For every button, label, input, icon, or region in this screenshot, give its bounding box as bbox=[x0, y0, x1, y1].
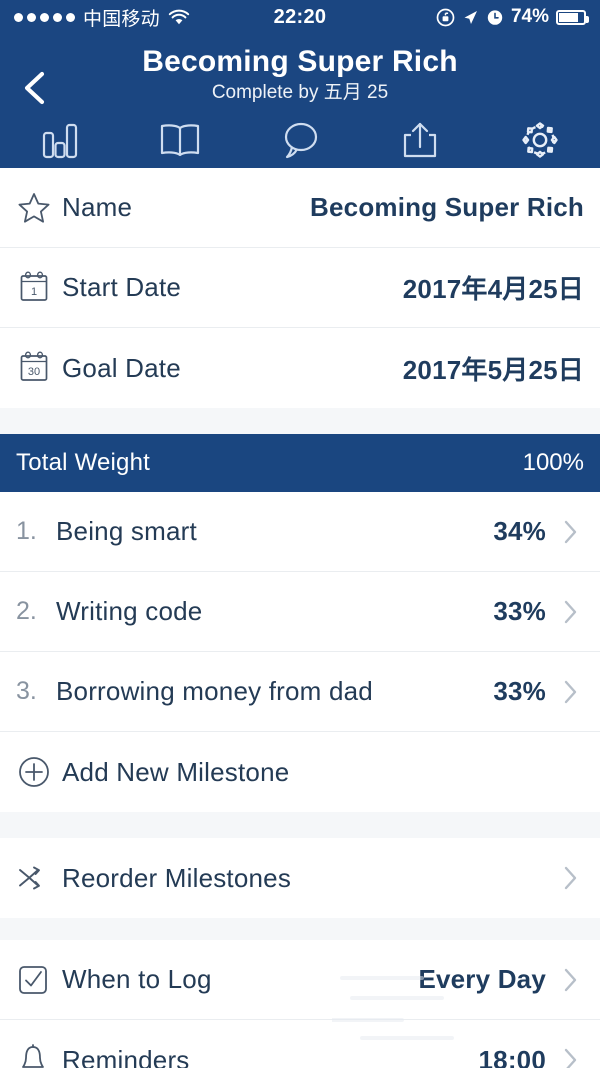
milestone-index: 1. bbox=[16, 517, 37, 545]
row-value: 2017年4月25日 bbox=[402, 274, 584, 304]
reorder-milestones-row[interactable]: Reorder Milestones bbox=[0, 838, 600, 918]
total-weight-header: Total Weight 100% bbox=[0, 434, 600, 492]
milestone-row[interactable]: 1. Being smart 34% bbox=[0, 492, 600, 572]
when-to-log-label: When to Log bbox=[62, 964, 212, 994]
when-to-log-row[interactable]: When to Log Every Day bbox=[0, 940, 600, 1020]
status-bar-right: 74% bbox=[436, 6, 589, 28]
title-block: Becoming Super Rich Complete by 五月 25 bbox=[0, 40, 600, 106]
row-name[interactable]: Name Becoming Super Rich bbox=[0, 168, 600, 248]
bell-icon bbox=[16, 1042, 62, 1068]
calendar-1-icon: 1 bbox=[16, 269, 62, 307]
book-icon bbox=[157, 120, 203, 160]
app-screen: 中国移动 22:20 74% Becoming Super Rich Compl… bbox=[0, 0, 600, 1068]
milestone-label: Writing code bbox=[56, 596, 203, 626]
chevron-right-icon bbox=[558, 1045, 584, 1068]
alarm-clock-icon bbox=[486, 8, 504, 26]
shuffle-icon bbox=[16, 863, 62, 893]
milestone-weight: 33% bbox=[493, 676, 546, 706]
milestone-weight: 34% bbox=[493, 516, 546, 546]
milestone-index: 3. bbox=[16, 677, 37, 705]
milestone-row[interactable]: 2. Writing code 33% bbox=[0, 572, 600, 652]
row-label: Name bbox=[62, 192, 133, 222]
rotation-lock-icon bbox=[436, 8, 455, 27]
milestone-label: Being smart bbox=[56, 516, 197, 546]
calendar-30-icon: 30 bbox=[16, 349, 62, 387]
chevron-right-icon bbox=[558, 517, 584, 547]
section-gap bbox=[0, 918, 600, 940]
battery-icon bbox=[556, 9, 589, 25]
bar-chart-icon bbox=[40, 119, 80, 161]
reorder-group: Reorder Milestones bbox=[0, 838, 600, 918]
status-bar: 中国移动 22:20 74% bbox=[0, 0, 600, 34]
add-new-milestone-label: Add New Milestone bbox=[62, 756, 290, 787]
gear-icon bbox=[519, 119, 561, 161]
svg-text:1: 1 bbox=[31, 286, 37, 298]
detail-group: Name Becoming Super Rich 1 Start Date 20… bbox=[0, 168, 600, 408]
navbar-toolbar bbox=[0, 118, 600, 162]
row-start-date[interactable]: 1 Start Date 2017年4月25日 bbox=[0, 248, 600, 328]
row-label: Start Date bbox=[62, 272, 182, 302]
svg-text:30: 30 bbox=[28, 366, 40, 378]
notes-tab[interactable] bbox=[240, 118, 360, 162]
chevron-right-icon bbox=[558, 863, 584, 893]
checkbox-checked-icon bbox=[16, 963, 62, 997]
section-gap bbox=[0, 812, 600, 838]
reminders-value: 18:00 bbox=[478, 1044, 546, 1068]
row-label: Goal Date bbox=[62, 352, 181, 383]
chevron-right-icon bbox=[558, 677, 584, 707]
journal-tab[interactable] bbox=[120, 118, 240, 162]
battery-percent-label: 74% bbox=[510, 6, 549, 27]
total-weight-label: Total Weight bbox=[16, 449, 151, 476]
milestone-weight: 33% bbox=[493, 596, 546, 626]
row-goal-date[interactable]: 30 Goal Date 2017年5月25日 bbox=[0, 328, 600, 408]
reminders-label: Reminders bbox=[62, 1044, 190, 1068]
milestone-row[interactable]: 3. Borrowing money from dad 33% bbox=[0, 652, 600, 732]
page-title: Becoming Super Rich bbox=[142, 45, 458, 78]
reorder-milestones-label: Reorder Milestones bbox=[62, 862, 292, 893]
location-arrow-icon bbox=[462, 9, 479, 26]
chevron-right-icon bbox=[558, 597, 584, 627]
star-icon bbox=[16, 190, 62, 226]
chart-tab[interactable] bbox=[0, 118, 120, 162]
row-value: 2017年5月25日 bbox=[402, 354, 584, 385]
when-to-log-value: Every Day bbox=[418, 964, 546, 994]
logging-group: When to Log Every Day Reminders 18:00 bbox=[0, 940, 600, 1068]
milestone-group: 1. Being smart 34% 2. Writing code 33% 3… bbox=[0, 492, 600, 812]
reminders-row[interactable]: Reminders 18:00 bbox=[0, 1020, 600, 1068]
row-value: Becoming Super Rich bbox=[310, 192, 584, 222]
settings-tab[interactable] bbox=[480, 118, 600, 162]
page-subtitle: Complete by 五月 25 bbox=[211, 82, 389, 103]
milestone-label: Borrowing money from dad bbox=[56, 676, 373, 706]
total-weight-value: 100% bbox=[522, 449, 584, 476]
navigation-bar: Becoming Super Rich Complete by 五月 25 bbox=[0, 34, 600, 168]
add-new-milestone-row[interactable]: Add New Milestone bbox=[0, 732, 600, 812]
speech-bubble-icon bbox=[278, 119, 322, 161]
milestone-index: 2. bbox=[16, 597, 37, 625]
share-icon bbox=[400, 119, 440, 161]
section-gap bbox=[0, 408, 600, 434]
chevron-right-icon bbox=[558, 965, 584, 995]
plus-circle-icon bbox=[16, 754, 62, 790]
share-tab[interactable] bbox=[360, 118, 480, 162]
back-button[interactable] bbox=[18, 68, 58, 108]
